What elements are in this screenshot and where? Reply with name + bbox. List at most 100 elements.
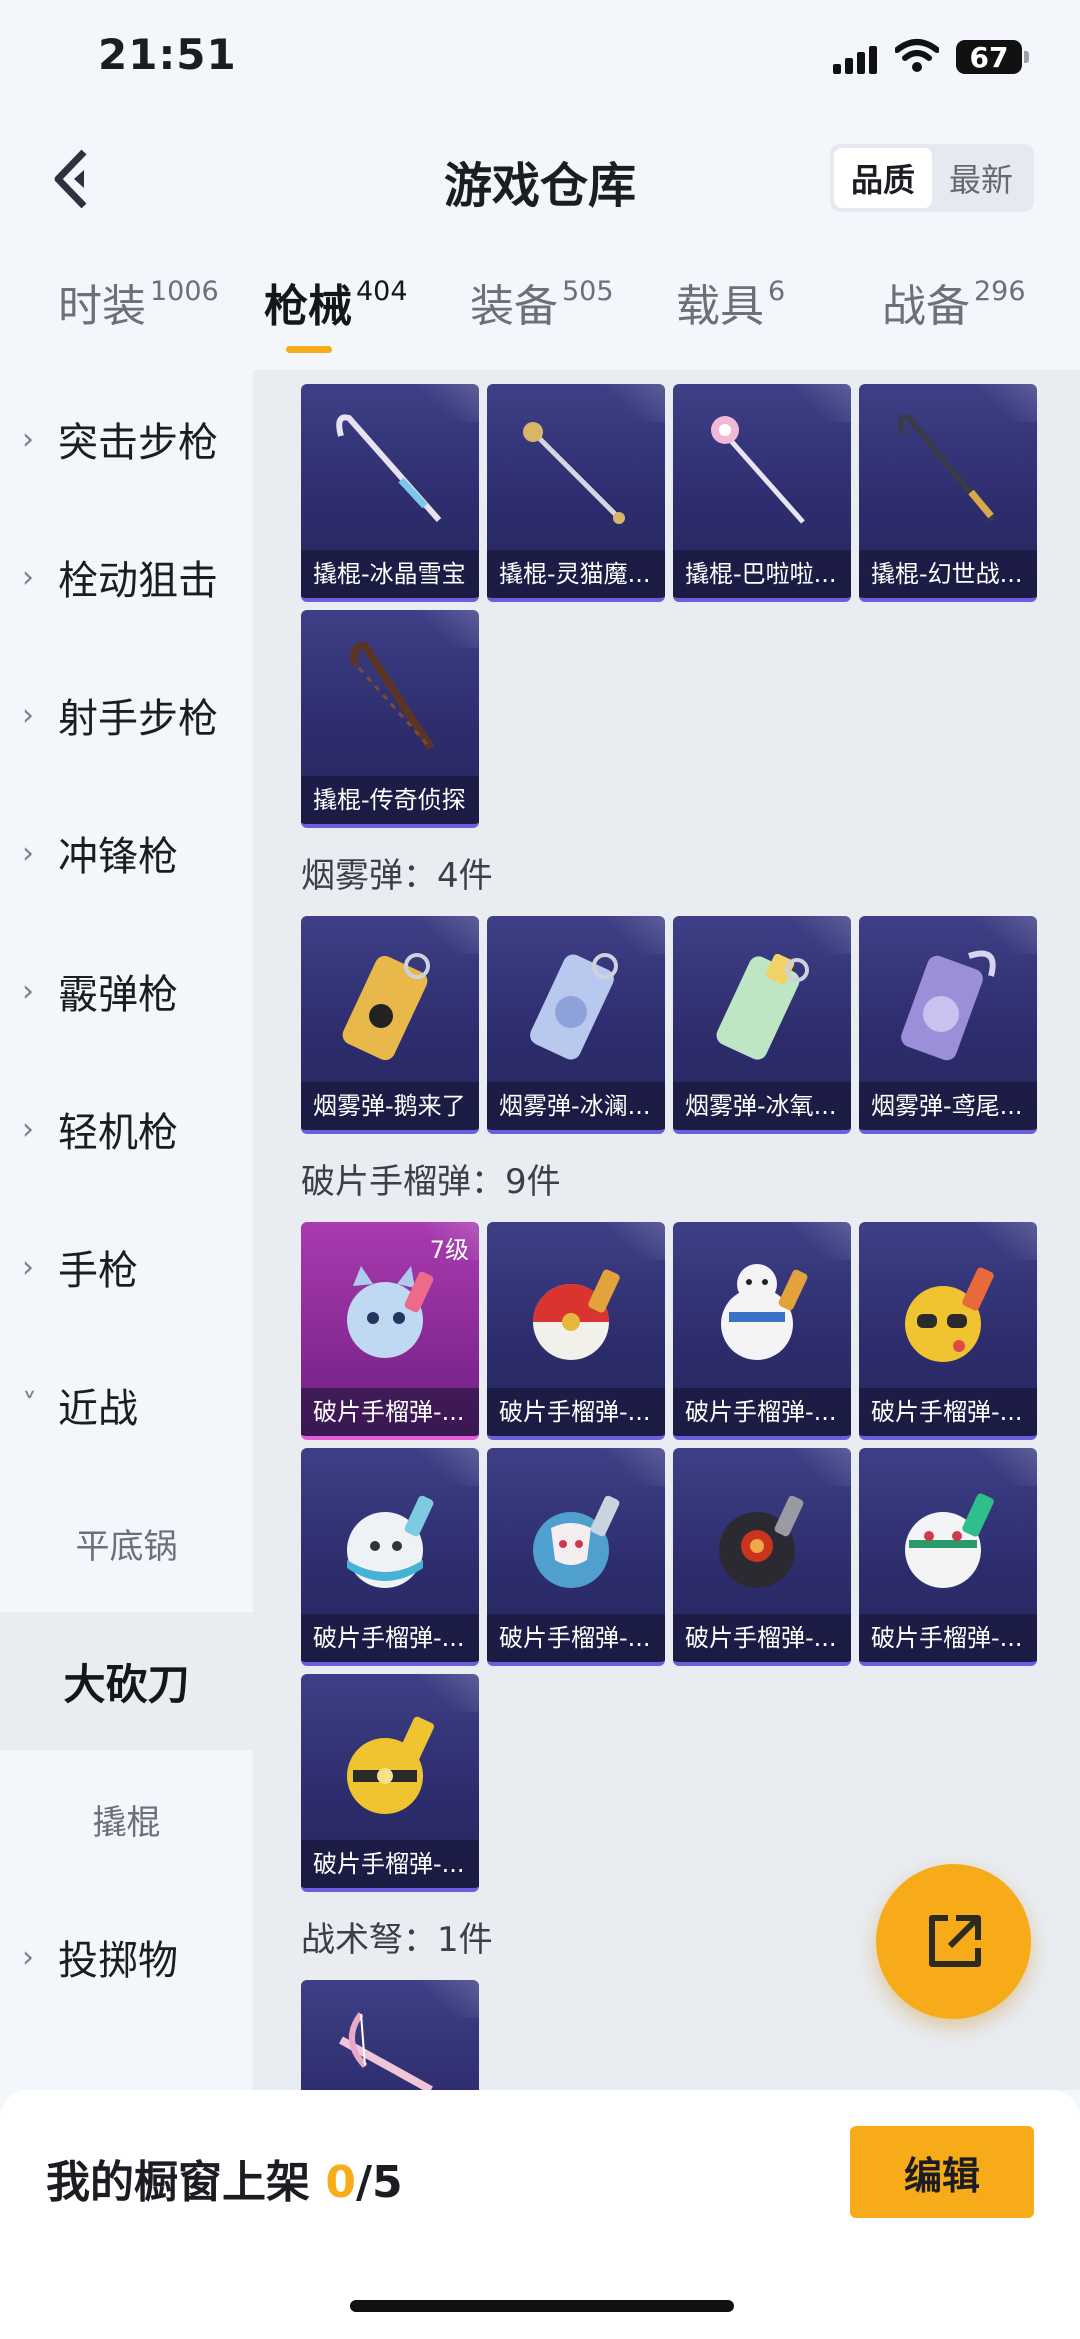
item-card[interactable]: 撬棍-灵猫魔...: [487, 384, 665, 602]
sidebar-item-label: 射手步枪: [58, 696, 218, 742]
chevron-right-icon: ›: [22, 1249, 34, 1285]
sidebar-item-label: 霰弹枪: [58, 972, 178, 1018]
sidebar-item-marksman-rifle[interactable]: › 射手步枪: [0, 646, 253, 784]
item-name: 撬棍-幻世战...: [859, 550, 1037, 598]
showcase-label: 我的橱窗上架: [46, 2157, 310, 2208]
sidebar-item-throwables[interactable]: › 投掷物: [0, 1888, 253, 2026]
sidebar-item-label: 投掷物: [58, 1938, 178, 1984]
sidebar-item-melee[interactable]: ˅ 近战: [0, 1336, 253, 1474]
sidebar-subitem-crowbar[interactable]: 撬棍: [0, 1750, 253, 1888]
chevron-right-icon: ›: [22, 421, 34, 457]
item-card[interactable]: 撬棍-冰晶雪宝: [301, 384, 479, 602]
chevron-right-icon: ›: [22, 697, 34, 733]
crossbow-icon: [339, 2012, 433, 2090]
tab-supplies[interactable]: 战备 296: [882, 270, 1026, 334]
tab-fashion[interactable]: 时装 1006: [58, 270, 219, 334]
item-card[interactable]: 撬棍-巴啦啦...: [673, 384, 851, 602]
sidebar-item-smg[interactable]: › 冲锋枪: [0, 784, 253, 922]
chevron-right-icon: ›: [22, 1939, 34, 1975]
crowbar-icon: [523, 422, 625, 524]
sort-toggle[interactable]: 品质 最新: [830, 144, 1034, 212]
tab-label: 枪械: [264, 281, 352, 332]
sidebar-item-pistol[interactable]: › 手枪: [0, 1198, 253, 1336]
item-card[interactable]: [301, 1980, 479, 2090]
active-tab-indicator: [286, 346, 332, 353]
section-header-grenade: 破片手榴弹：9件: [301, 1162, 561, 1202]
share-external-icon: [928, 1914, 981, 1967]
category-tabs: 时装 1006 枪械 404 装备 505 载具 6 战备 296: [0, 270, 1080, 360]
item-card[interactable]: 破片手榴弹-...: [859, 1222, 1037, 1440]
sidebar-item-lmg[interactable]: › 轻机枪: [0, 1060, 253, 1198]
smoke-grenade-icon: [716, 953, 809, 1060]
sort-quality-button[interactable]: 品质: [834, 148, 932, 208]
sidebar-item-bolt-sniper[interactable]: › 栓动狙击: [0, 508, 253, 646]
item-card[interactable]: 烟雾弹-鹅来了: [301, 916, 479, 1134]
item-card[interactable]: 烟雾弹-鸢尾...: [859, 916, 1037, 1134]
tab-count: 505: [562, 276, 614, 307]
item-card[interactable]: 破片手榴弹-...: [487, 1448, 665, 1666]
chevron-right-icon: ›: [22, 1111, 34, 1147]
item-name: 烟雾弹-鸢尾...: [859, 1082, 1037, 1130]
grenade-icon: [905, 1493, 994, 1588]
edit-button[interactable]: 编辑: [850, 2126, 1034, 2218]
smoke-grenade-icon: [342, 953, 430, 1061]
grenade-icon: [721, 1264, 808, 1360]
share-fab[interactable]: [876, 1864, 1031, 2019]
sort-newest-button[interactable]: 最新: [932, 148, 1030, 208]
smoke-grenade-icon: [530, 953, 618, 1060]
tab-count: 296: [974, 276, 1026, 307]
item-card[interactable]: 撬棍-幻世战...: [859, 384, 1037, 602]
item-card[interactable]: 破片手榴弹-...: [301, 1674, 479, 1892]
item-card[interactable]: 烟雾弹-冰氧...: [673, 916, 851, 1134]
item-name: 破片手榴弹-...: [301, 1840, 479, 1888]
cellular-signal-icon: [833, 44, 879, 74]
sidebar-subitem-frying-pan[interactable]: 平底锅: [0, 1474, 253, 1612]
item-level-badge: 7级: [429, 1236, 469, 1264]
section-header-smoke: 烟雾弹：4件: [301, 856, 493, 896]
showcase-total: /5: [355, 2157, 403, 2208]
sidebar-item-label: 冲锋枪: [58, 834, 178, 880]
crowbar-icon: [711, 416, 805, 524]
tab-label: 装备: [470, 281, 558, 332]
crowbar-icon: [350, 641, 435, 751]
chevron-right-icon: ›: [22, 559, 34, 595]
item-card[interactable]: 破片手榴弹-...: [487, 1222, 665, 1440]
category-sidebar: › 突击步枪 › 栓动狙击 › 射手步枪 › 冲锋枪 › 霰弹枪 › 轻机枪 › 手枪 ˅ 近战…: [0, 370, 253, 2090]
item-name: 破片手榴弹-...: [301, 1388, 479, 1436]
tab-count: 404: [356, 276, 408, 307]
sidebar-item-label: 手枪: [58, 1248, 138, 1294]
smoke-grenade-icon: [901, 950, 996, 1061]
tab-label: 载具: [676, 281, 764, 332]
section-header-crossbow: 战术弩：1件: [301, 1920, 493, 1960]
status-bar: 21:51 67: [0, 0, 1080, 120]
item-grid: 撬棍-冰晶雪宝 撬棍-灵猫魔... 撬棍-巴啦啦... 撬棍-幻世战... 撬棍…: [253, 370, 1080, 2090]
chevron-down-icon: ˅: [22, 1387, 37, 1423]
chevron-right-icon: ›: [22, 835, 34, 871]
back-icon[interactable]: [48, 144, 98, 214]
sidebar-item-shotgun[interactable]: › 霰弹枪: [0, 922, 253, 1060]
item-name: 烟雾弹-冰澜...: [487, 1082, 665, 1130]
item-card[interactable]: 破片手榴弹-...: [673, 1448, 851, 1666]
item-name: 撬棍-巴啦啦...: [673, 550, 851, 598]
tab-equipment[interactable]: 装备 505: [470, 270, 614, 334]
tab-count: 1006: [150, 276, 219, 307]
item-card[interactable]: 破片手榴弹-...: [301, 1448, 479, 1666]
item-name: 撬棍-冰晶雪宝: [301, 550, 479, 598]
item-card[interactable]: 烟雾弹-冰澜...: [487, 916, 665, 1134]
tab-count: 6: [768, 276, 786, 307]
item-name: 破片手榴弹-...: [487, 1614, 665, 1662]
chevron-right-icon: ›: [22, 973, 34, 1009]
item-name: 破片手榴弹-...: [487, 1388, 665, 1436]
item-name: 撬棍-传奇侦探: [301, 776, 479, 824]
tab-vehicles[interactable]: 载具 6: [676, 270, 785, 334]
item-card[interactable]: 破片手榴弹-...: [859, 1448, 1037, 1666]
item-name: 撬棍-灵猫魔...: [487, 550, 665, 598]
item-card[interactable]: 撬棍-传奇侦探: [301, 610, 479, 828]
item-card[interactable]: 7级 破片手榴弹-...: [301, 1222, 479, 1440]
grenade-icon: [719, 1495, 804, 1588]
item-card[interactable]: 破片手榴弹-...: [673, 1222, 851, 1440]
tab-firearms[interactable]: 枪械 404: [264, 270, 408, 334]
item-name: 破片手榴弹-...: [673, 1388, 851, 1436]
sidebar-subitem-machete[interactable]: 大砍刀: [0, 1612, 253, 1750]
sidebar-item-assault-rifle[interactable]: › 突击步枪: [0, 370, 253, 508]
